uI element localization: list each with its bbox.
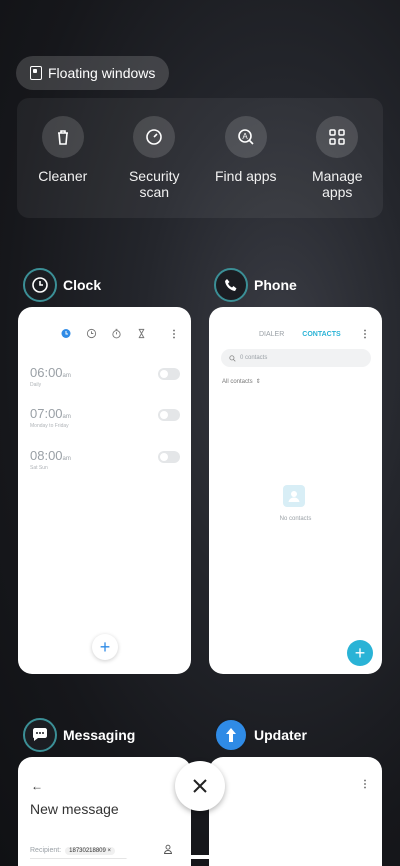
alarm-time: 06:00 (30, 365, 63, 380)
updater-app-name: Updater (254, 727, 307, 743)
tab-dialer[interactable]: DIALER (259, 331, 284, 338)
phone-tabs: DIALER CONTACTS (259, 331, 341, 338)
contacts-filter[interactable]: All contacts ⇕ (222, 378, 261, 386)
security-scan-label: Security scan (128, 168, 180, 200)
alarm-icon[interactable] (60, 327, 72, 339)
phone-app-header[interactable]: Phone (214, 268, 297, 302)
world-clock-icon[interactable] (86, 328, 97, 339)
new-message-title: New message (30, 801, 119, 817)
clock-tabs (60, 327, 147, 339)
recipient-chip[interactable]: 18730218809 × (65, 846, 116, 855)
find-apps-label: Find apps (215, 168, 277, 184)
contact-placeholder-icon (283, 485, 305, 507)
updater-icon (214, 718, 248, 752)
phone-app-name: Phone (254, 277, 297, 293)
filter-label: All contacts (222, 378, 253, 385)
alarm-row[interactable]: 08:00am Sat Sun (30, 448, 180, 471)
clock-app-header[interactable]: Clock (23, 268, 101, 302)
stopwatch-icon[interactable] (111, 328, 122, 339)
floating-windows-button[interactable]: Floating windows (16, 56, 170, 90)
security-scan-button[interactable]: Security scan (114, 116, 194, 218)
chevron-up-down-icon: ⇕ (255, 379, 261, 385)
alarm-toggle[interactable] (158, 409, 180, 421)
clock-app-name: Clock (63, 277, 102, 293)
alarm-ampm: am (62, 456, 71, 462)
tab-contacts[interactable]: CONTACTS (302, 331, 340, 338)
alarm-repeat: Sat Sun (30, 465, 48, 471)
alarm-toggle[interactable] (158, 451, 180, 463)
alarm-repeat: Daily (30, 382, 42, 388)
messaging-app-header[interactable]: Messaging (23, 718, 135, 752)
phone-recent-card[interactable]: DIALER CONTACTS ⋮ 0 contacts All contact… (209, 307, 382, 674)
search-icon (229, 354, 236, 362)
contact-picker-icon[interactable] (163, 844, 173, 854)
home-indicator[interactable] (126, 855, 274, 859)
floating-window-icon (30, 66, 42, 80)
manage-apps-button[interactable]: Manage apps (297, 116, 377, 218)
svg-text:A: A (242, 132, 248, 141)
add-alarm-button[interactable]: + (92, 634, 118, 660)
clock-icon (23, 268, 57, 302)
updater-app-header[interactable]: Updater (214, 718, 307, 752)
alarm-toggle[interactable] (158, 368, 180, 380)
search-a-icon: A (224, 116, 267, 158)
cleaner-button[interactable]: Cleaner (23, 116, 103, 218)
floating-windows-label: Floating windows (48, 65, 156, 81)
phone-icon (214, 268, 248, 302)
recipient-number: 18730218809 (69, 847, 106, 854)
more-options-icon[interactable]: ⋮ (360, 329, 370, 340)
quick-tools-panel: Cleaner Security scan A Find apps Manage a… (17, 98, 383, 218)
clock-recent-card[interactable]: ⋮ 06:00am Daily 07:00am Monday to Friday… (18, 307, 191, 674)
updater-recent-card[interactable]: ⋮ (209, 757, 382, 866)
alarm-repeat: Monday to Friday (30, 423, 69, 429)
grid-icon (316, 116, 359, 158)
more-options-icon[interactable]: ⋮ (169, 329, 179, 340)
find-apps-button[interactable]: A Find apps (206, 116, 286, 218)
contacts-search-input[interactable]: 0 contacts (221, 349, 371, 367)
alarm-ampm: am (62, 373, 71, 379)
cleaner-label: Cleaner (38, 168, 88, 184)
add-contact-button[interactable]: + (347, 640, 373, 666)
messaging-icon (23, 718, 57, 752)
messaging-recent-card[interactable]: ← New message Recipient: 18730218809 × (18, 757, 191, 866)
close-icon (193, 779, 207, 793)
clear-all-button[interactable] (175, 761, 225, 811)
timer-icon[interactable] (136, 328, 147, 339)
trash-icon (41, 116, 84, 158)
search-placeholder: 0 contacts (240, 355, 268, 361)
recipient-label: Recipient: (30, 847, 62, 854)
more-options-icon[interactable]: ⋮ (360, 779, 370, 790)
alarm-time: 07:00 (30, 406, 63, 421)
alarm-time: 08:00 (30, 448, 63, 463)
empty-state-text: No contacts (279, 516, 312, 522)
manage-apps-label: Manage apps (311, 168, 363, 200)
gauge-icon (133, 116, 176, 158)
back-arrow-icon[interactable]: ← (31, 779, 43, 793)
alarm-ampm: am (62, 414, 71, 420)
alarm-row[interactable]: 07:00am Monday to Friday (30, 406, 180, 429)
alarm-row[interactable]: 06:00am Daily (30, 365, 180, 388)
messaging-app-name: Messaging (63, 727, 136, 743)
